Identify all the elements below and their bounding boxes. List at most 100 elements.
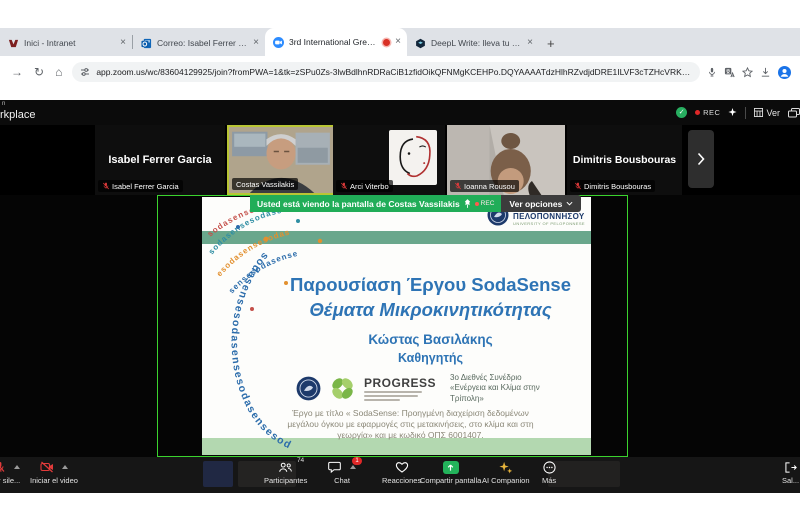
progress-wordmark: PROGRESS: [364, 377, 436, 401]
close-icon[interactable]: ×: [527, 38, 533, 48]
home-icon[interactable]: ⌂: [55, 65, 62, 79]
slide-ghost-thumb: [548, 461, 620, 487]
rec-dot-icon: [695, 110, 701, 115]
zoom-favicon: [273, 36, 284, 48]
tab-deepl[interactable]: DeepL Write: lleva tu escritura ... ×: [407, 30, 539, 56]
new-tab-button[interactable]: +: [547, 36, 555, 51]
progress-clover-icon: [332, 378, 353, 399]
participants-label: Participantes: [264, 476, 308, 485]
mic-muted-icon: [455, 182, 461, 190]
profile-avatar[interactable]: [778, 65, 792, 79]
university-emblem-small-icon: [296, 376, 321, 401]
share-banner-message: Usted está viendo la pantalla de Costas …: [257, 198, 460, 209]
university-name-el-2: ΠΕΛΟΠΟΝΝΗΣΟΥ: [513, 211, 585, 221]
start-video-button[interactable]: Iniciar el video: [30, 460, 78, 485]
slide-title-2: Θέματα Μικροκινητικότητας: [309, 298, 552, 320]
presentation-slide: sodasensesodasensesodasensesod sodasense…: [202, 197, 591, 455]
progress-tagline-line: [364, 398, 400, 401]
mic-muted-icon: [0, 462, 5, 472]
progress-tagline-line: [364, 390, 422, 393]
ai-sparkle-icon[interactable]: [728, 108, 738, 117]
tab-title: DeepL Write: lleva tu escritura ...: [431, 38, 522, 48]
participant-label: Costas Vassilakis: [232, 178, 299, 190]
bookmark-star-icon[interactable]: [742, 66, 754, 78]
share-screen-label: Compartir pantalla: [420, 476, 482, 485]
participant-tile-dimitris[interactable]: Dimitris Bousbouras Dimitris Bousbouras: [567, 125, 682, 195]
mute-options-caret[interactable]: [14, 465, 21, 469]
screen: Inici - Intranet × Correo: Isabel Ferrer…: [0, 0, 800, 520]
downloads-icon[interactable]: [760, 67, 771, 78]
pin-icon: [464, 199, 470, 208]
view-options-button[interactable]: Ver opciones: [501, 195, 582, 212]
voice-search-icon[interactable]: [707, 67, 717, 78]
video-options-caret[interactable]: [61, 465, 68, 469]
layers-icon[interactable]: [788, 107, 800, 118]
participants-button[interactable]: 74 Participantes: [264, 457, 308, 485]
participant-tile-arci[interactable]: Arci Viterbo: [333, 125, 445, 195]
chat-label: Chat: [334, 476, 350, 485]
deepl-favicon: [416, 38, 425, 48]
slide-logos-row: PROGRESS 3ο Διεθνές Συνέδριο «Ενέργεια κ…: [296, 373, 540, 404]
tab-outlook[interactable]: Correo: Isabel Ferrer Garcia - O... ×: [133, 30, 265, 56]
chat-button[interactable]: 1 Chat: [328, 457, 362, 485]
chevron-right-icon: [697, 152, 705, 166]
more-button[interactable]: Más: [542, 460, 556, 485]
more-label: Más: [542, 476, 557, 485]
reactions-button[interactable]: Reacciones: [382, 460, 421, 485]
intranet-favicon: [8, 39, 19, 47]
forward-icon[interactable]: →: [11, 65, 23, 79]
ai-companion-label: AI Companion: [482, 476, 530, 485]
browser-toolbar: → ↻ ⌂ app.zoom.us/wc/83604129925/join?fr…: [0, 56, 800, 88]
reload-icon[interactable]: ↻: [34, 65, 44, 79]
close-icon[interactable]: ×: [120, 38, 126, 48]
chat-unread-badge: 1: [352, 457, 362, 465]
close-icon[interactable]: ×: [395, 37, 401, 47]
slide-ghost-eu-flag: [203, 461, 233, 487]
zoom-window-header: n rkplace ✓ REC Ver: [0, 100, 800, 125]
reactions-label: Reacciones: [382, 476, 422, 485]
participant-label: Arci Viterbo: [336, 180, 393, 192]
participant-tile-costas[interactable]: Costas Vassilakis: [227, 125, 335, 195]
chat-options-caret[interactable]: [350, 465, 356, 469]
progress-label: PROGRESS: [364, 375, 437, 390]
url-text: app.zoom.us/wc/83604129925/join?fromPWA=…: [96, 67, 692, 77]
mute-label: ar sile...: [0, 476, 21, 485]
omnibox[interactable]: app.zoom.us/wc/83604129925/join?fromPWA=…: [72, 62, 701, 82]
close-icon[interactable]: ×: [253, 38, 259, 48]
ai-companion-button[interactable]: AI Companion: [482, 460, 530, 485]
participant-label: Isabel Ferrer Garcia: [98, 180, 183, 192]
unmute-button[interactable]: ar sile...: [0, 460, 20, 485]
tab-recording-icon: [383, 38, 391, 46]
recording-indicator: REC: [695, 108, 720, 117]
outlook-favicon: [141, 38, 152, 48]
banner-recording-indicator: REC: [474, 200, 494, 207]
security-shield-icon[interactable]: ✓: [676, 107, 688, 118]
slide-title-block: Παρουσίαση Έργου SodaSense Θέματα Μικροκ…: [274, 273, 587, 368]
site-settings-icon[interactable]: [80, 67, 90, 77]
slide-title-1: Παρουσίαση Έργου SodaSense: [290, 274, 571, 295]
participant-tile-isabel[interactable]: Isabel Ferrer Garcia Isabel Ferrer Garci…: [95, 125, 225, 195]
rec-dot-icon: [474, 201, 479, 206]
window-title-fragment: n: [2, 101, 6, 107]
mic-muted-icon: [575, 182, 581, 190]
leave-button[interactable]: Sal...: [782, 460, 799, 485]
next-participants-button[interactable]: [688, 130, 714, 188]
participant-label: Ioanna Rousou: [450, 180, 519, 192]
zoom-toolbar: ar sile... Iniciar el video 74 Participa…: [0, 457, 800, 493]
slide-presenter: Κώστας Βασιλάκης: [368, 331, 493, 347]
header-divider: [745, 106, 747, 119]
conference-text: 3ο Διεθνές Συνέδριο «Ενέργεια και Κλίμα …: [450, 373, 540, 403]
translate-icon[interactable]: [724, 67, 735, 78]
heart-icon: [395, 462, 408, 473]
tab-zoom-active[interactable]: 3rd International Greek Co... ×: [265, 28, 407, 56]
view-button[interactable]: Ver: [754, 108, 780, 118]
share-screen-button[interactable]: Compartir pantalla: [420, 460, 481, 485]
browser-tab-strip: Inici - Intranet × Correo: Isabel Ferrer…: [0, 28, 800, 56]
participant-label: Dimitris Bousbouras: [570, 180, 656, 192]
video-label: Iniciar el video: [30, 476, 78, 485]
participant-tile-ioanna[interactable]: Ioanna Rousou: [447, 125, 565, 195]
mic-muted-icon: [103, 182, 109, 190]
participant-strip: Isabel Ferrer Garcia Isabel Ferrer Garci…: [0, 125, 800, 195]
chat-icon: [328, 461, 341, 473]
tab-intranet[interactable]: Inici - Intranet ×: [0, 30, 132, 56]
